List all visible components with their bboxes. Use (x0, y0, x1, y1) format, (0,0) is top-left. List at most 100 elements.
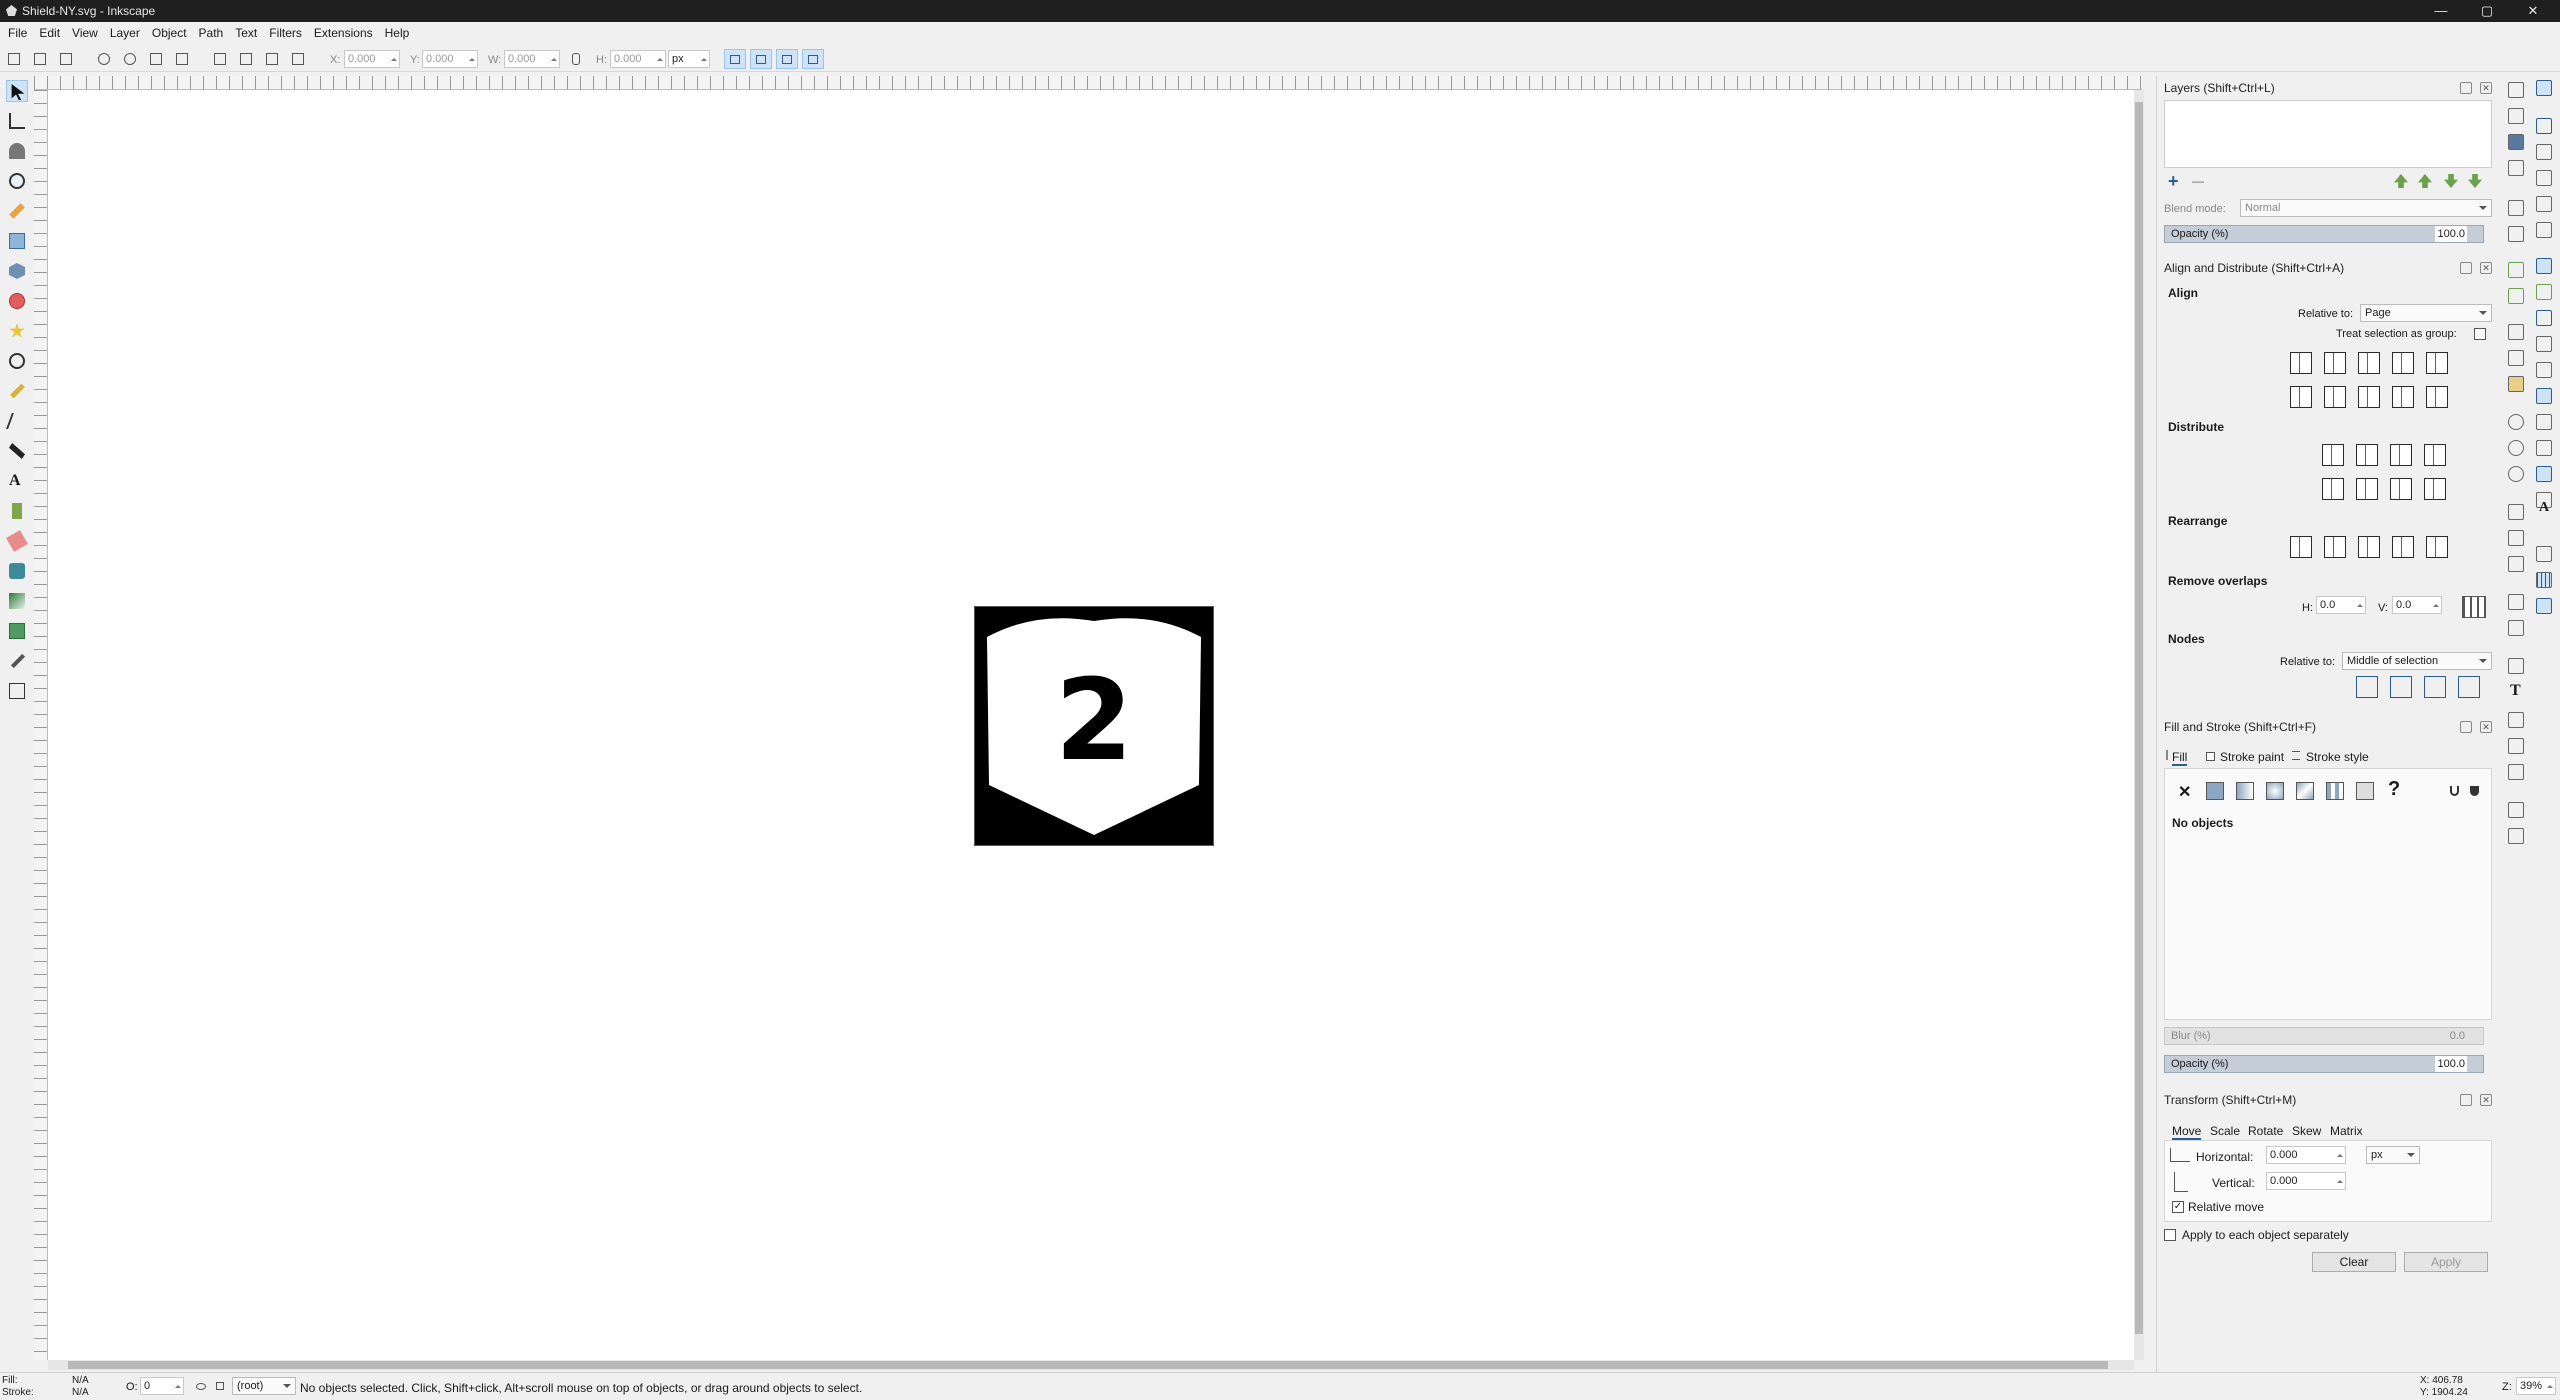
distribute-top-icon[interactable] (2322, 478, 2344, 500)
snap-page-icon[interactable] (2536, 546, 2552, 562)
overlap-h-input[interactable]: 0.0 (2316, 596, 2366, 614)
snap-bbox-corner-icon[interactable] (2536, 170, 2552, 186)
menu-file[interactable]: File (0, 22, 33, 44)
apply-button[interactable]: Apply (2404, 1252, 2488, 1272)
flip-horizontal-icon[interactable] (146, 49, 166, 69)
align-left-to-right-icon[interactable] (2426, 352, 2448, 374)
distribute-middle-icon[interactable] (2356, 478, 2378, 500)
add-layer-button[interactable]: + (2168, 172, 2179, 190)
menu-layer[interactable]: Layer (104, 22, 146, 44)
scale-stroke-toggle-icon[interactable] (724, 49, 746, 69)
linear-gradient-icon[interactable] (2236, 782, 2254, 800)
ungroup-icon[interactable] (2508, 620, 2524, 636)
menu-view[interactable]: View (66, 22, 104, 44)
distribute-right-icon[interactable] (2390, 444, 2412, 466)
zoom-selection-icon[interactable] (2508, 414, 2524, 430)
flat-color-icon[interactable] (2206, 782, 2224, 800)
snap-intersection-icon[interactable] (2536, 310, 2552, 326)
deselect-icon[interactable] (56, 49, 76, 69)
distribute-gaps-h-icon[interactable] (2424, 444, 2446, 466)
vertical-scroll-thumb[interactable] (2135, 102, 2143, 1334)
zoom-page-icon[interactable] (2508, 466, 2524, 482)
pencil-tool-icon[interactable] (6, 380, 28, 402)
ny-route-shield[interactable]: 2 (974, 606, 1214, 846)
3d-box-tool-icon[interactable] (6, 260, 28, 282)
distribute-left-icon[interactable] (2322, 444, 2344, 466)
align-top-icon[interactable] (2324, 386, 2346, 408)
align-bottom-to-top-icon[interactable] (2290, 386, 2312, 408)
overlap-v-input[interactable]: 0.0 (2392, 596, 2442, 614)
blur-slider[interactable]: Blur (%) 0.0 (2164, 1027, 2484, 1045)
snap-nodes-icon[interactable] (2536, 258, 2552, 274)
tab-stroke-paint[interactable]: Stroke paint (2220, 750, 2284, 764)
tab-rotate[interactable]: Rotate (2248, 1124, 2283, 1138)
horizontal-scrollbar[interactable] (48, 1360, 2134, 1370)
close-icon[interactable]: ✕ (2480, 262, 2492, 274)
rotate-cw-icon[interactable] (120, 49, 140, 69)
dropper-tool-icon[interactable] (6, 650, 28, 672)
spiral-tool-icon[interactable] (6, 350, 28, 372)
tab-stroke-style[interactable]: Stroke style (2306, 750, 2369, 764)
minimize-button[interactable]: — (2418, 0, 2464, 22)
align-distribute-icon[interactable] (2508, 764, 2524, 780)
tab-skew[interactable]: Skew (2292, 1124, 2321, 1138)
relative-move-checkbox[interactable]: ✓ (2172, 1201, 2184, 1213)
fill-rule-nonzero-icon[interactable] (2470, 786, 2479, 796)
align-nodes-vertical-icon[interactable] (2390, 676, 2412, 698)
float-icon[interactable] (2460, 82, 2472, 94)
measure-tool-icon[interactable] (6, 200, 28, 222)
pen-tool-icon[interactable] (6, 410, 28, 432)
redo-icon[interactable] (2508, 288, 2524, 304)
snap-grid-icon[interactable] (2536, 572, 2552, 588)
mesh-tool-icon[interactable] (6, 620, 28, 642)
copy-icon[interactable] (2508, 324, 2524, 340)
ellipse-tool-icon[interactable] (6, 290, 28, 312)
randomize-icon[interactable] (2426, 536, 2448, 558)
tab-matrix[interactable]: Matrix (2330, 1124, 2362, 1138)
menu-edit[interactable]: Edit (33, 22, 66, 44)
close-icon[interactable]: ✕ (2480, 721, 2492, 733)
float-icon[interactable] (2460, 262, 2472, 274)
x-input[interactable]: 0.000 (344, 50, 400, 68)
lower-icon[interactable] (262, 49, 282, 69)
treat-as-group-checkbox[interactable] (2474, 328, 2486, 340)
align-left-icon[interactable] (2324, 352, 2346, 374)
float-icon[interactable] (2460, 721, 2472, 733)
clone-icon[interactable] (2508, 530, 2524, 546)
snap-rotation-center-icon[interactable] (2536, 440, 2552, 456)
no-paint-button[interactable]: ✕ (2178, 782, 2191, 802)
distribute-nodes-horizontal-icon[interactable] (2424, 676, 2446, 698)
fill-indicator-value[interactable]: N/A (72, 1375, 89, 1386)
layer-select[interactable]: (root) (232, 1377, 296, 1395)
opacity-input[interactable]: 0 (140, 1377, 184, 1395)
import-icon[interactable] (2508, 200, 2524, 216)
close-icon[interactable]: ✕ (2480, 1094, 2492, 1106)
export-icon[interactable] (2508, 226, 2524, 242)
snap-guide-icon[interactable] (2536, 598, 2552, 614)
exchange-clockwise-icon[interactable] (2392, 536, 2414, 558)
duplicate-icon[interactable] (2508, 504, 2524, 520)
snap-bbox-midpoint-icon[interactable] (2536, 196, 2552, 212)
open-icon[interactable] (2508, 108, 2524, 124)
calligraphy-tool-icon[interactable] (6, 440, 28, 462)
selector-tool-icon[interactable] (6, 80, 28, 102)
vertical-scrollbar[interactable] (2134, 90, 2144, 1360)
unset-paint-button[interactable]: ? (2388, 778, 2400, 801)
relative-to-select[interactable]: Page (2360, 304, 2492, 322)
distribute-nodes-vertical-icon[interactable] (2458, 676, 2480, 698)
transform-gradients-toggle-icon[interactable] (776, 49, 798, 69)
menu-extensions[interactable]: Extensions (308, 22, 379, 44)
layers-list[interactable] (2164, 100, 2492, 168)
fill-stroke-icon[interactable] (2508, 658, 2524, 674)
vertical-input[interactable]: 0.000 (2266, 1172, 2346, 1190)
layer-opacity-value[interactable]: 100.0 (2435, 226, 2467, 242)
preferences-icon[interactable] (2508, 828, 2524, 844)
connector-tool-icon[interactable] (6, 680, 28, 702)
exchange-positions-icon[interactable] (2324, 536, 2346, 558)
object-opacity-value[interactable]: 100.0 (2435, 1056, 2467, 1072)
text-font-icon[interactable]: T (2510, 682, 2521, 700)
align-right-to-left-icon[interactable] (2290, 352, 2312, 374)
save-icon[interactable] (2508, 134, 2524, 150)
fill-rule-evenodd-icon[interactable] (2450, 786, 2459, 796)
graph-layout-icon[interactable] (2290, 536, 2312, 558)
